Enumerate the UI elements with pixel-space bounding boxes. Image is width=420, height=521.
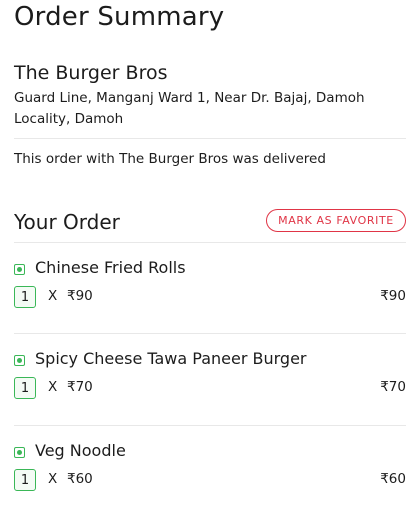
item-total: ₹90	[380, 288, 406, 304]
item-total: ₹70	[380, 379, 406, 395]
veg-icon	[14, 264, 25, 275]
quantity-badge: 1	[14, 469, 36, 491]
quantity-badge: 1	[14, 286, 36, 308]
multiply-sign: X	[48, 288, 58, 304]
divider	[14, 425, 406, 426]
item-name: Chinese Fried Rolls	[35, 258, 186, 277]
item-name: Spicy Cheese Tawa Paneer Burger	[35, 349, 307, 368]
unit-price: ₹90	[67, 288, 93, 304]
unit-price: ₹70	[67, 379, 93, 395]
divider	[14, 138, 406, 139]
restaurant-address: Guard Line, Manganj Ward 1, Near Dr. Baj…	[14, 90, 365, 127]
your-order-title: Your Order	[14, 210, 120, 234]
item-name: Veg Noodle	[35, 441, 126, 460]
order-item: Veg Noodle 1 X ₹60 ₹60	[14, 441, 406, 521]
page-title: Order Summary	[14, 2, 225, 32]
veg-icon	[14, 447, 25, 458]
multiply-sign: X	[48, 379, 58, 395]
restaurant-name: The Burger Bros	[14, 62, 168, 84]
mark-as-favorite-button[interactable]: MARK AS FAVORITE	[266, 209, 406, 232]
multiply-sign: X	[48, 471, 58, 487]
item-total: ₹60	[380, 471, 406, 487]
unit-price: ₹60	[67, 471, 93, 487]
order-item: Spicy Cheese Tawa Paneer Burger 1 X ₹70 …	[14, 349, 406, 429]
order-status-text: This order with The Burger Bros was deli…	[14, 151, 326, 167]
divider	[14, 242, 406, 243]
order-item: Chinese Fried Rolls 1 X ₹90 ₹90	[14, 258, 406, 338]
divider	[14, 333, 406, 334]
veg-icon	[14, 355, 25, 366]
quantity-badge: 1	[14, 377, 36, 399]
